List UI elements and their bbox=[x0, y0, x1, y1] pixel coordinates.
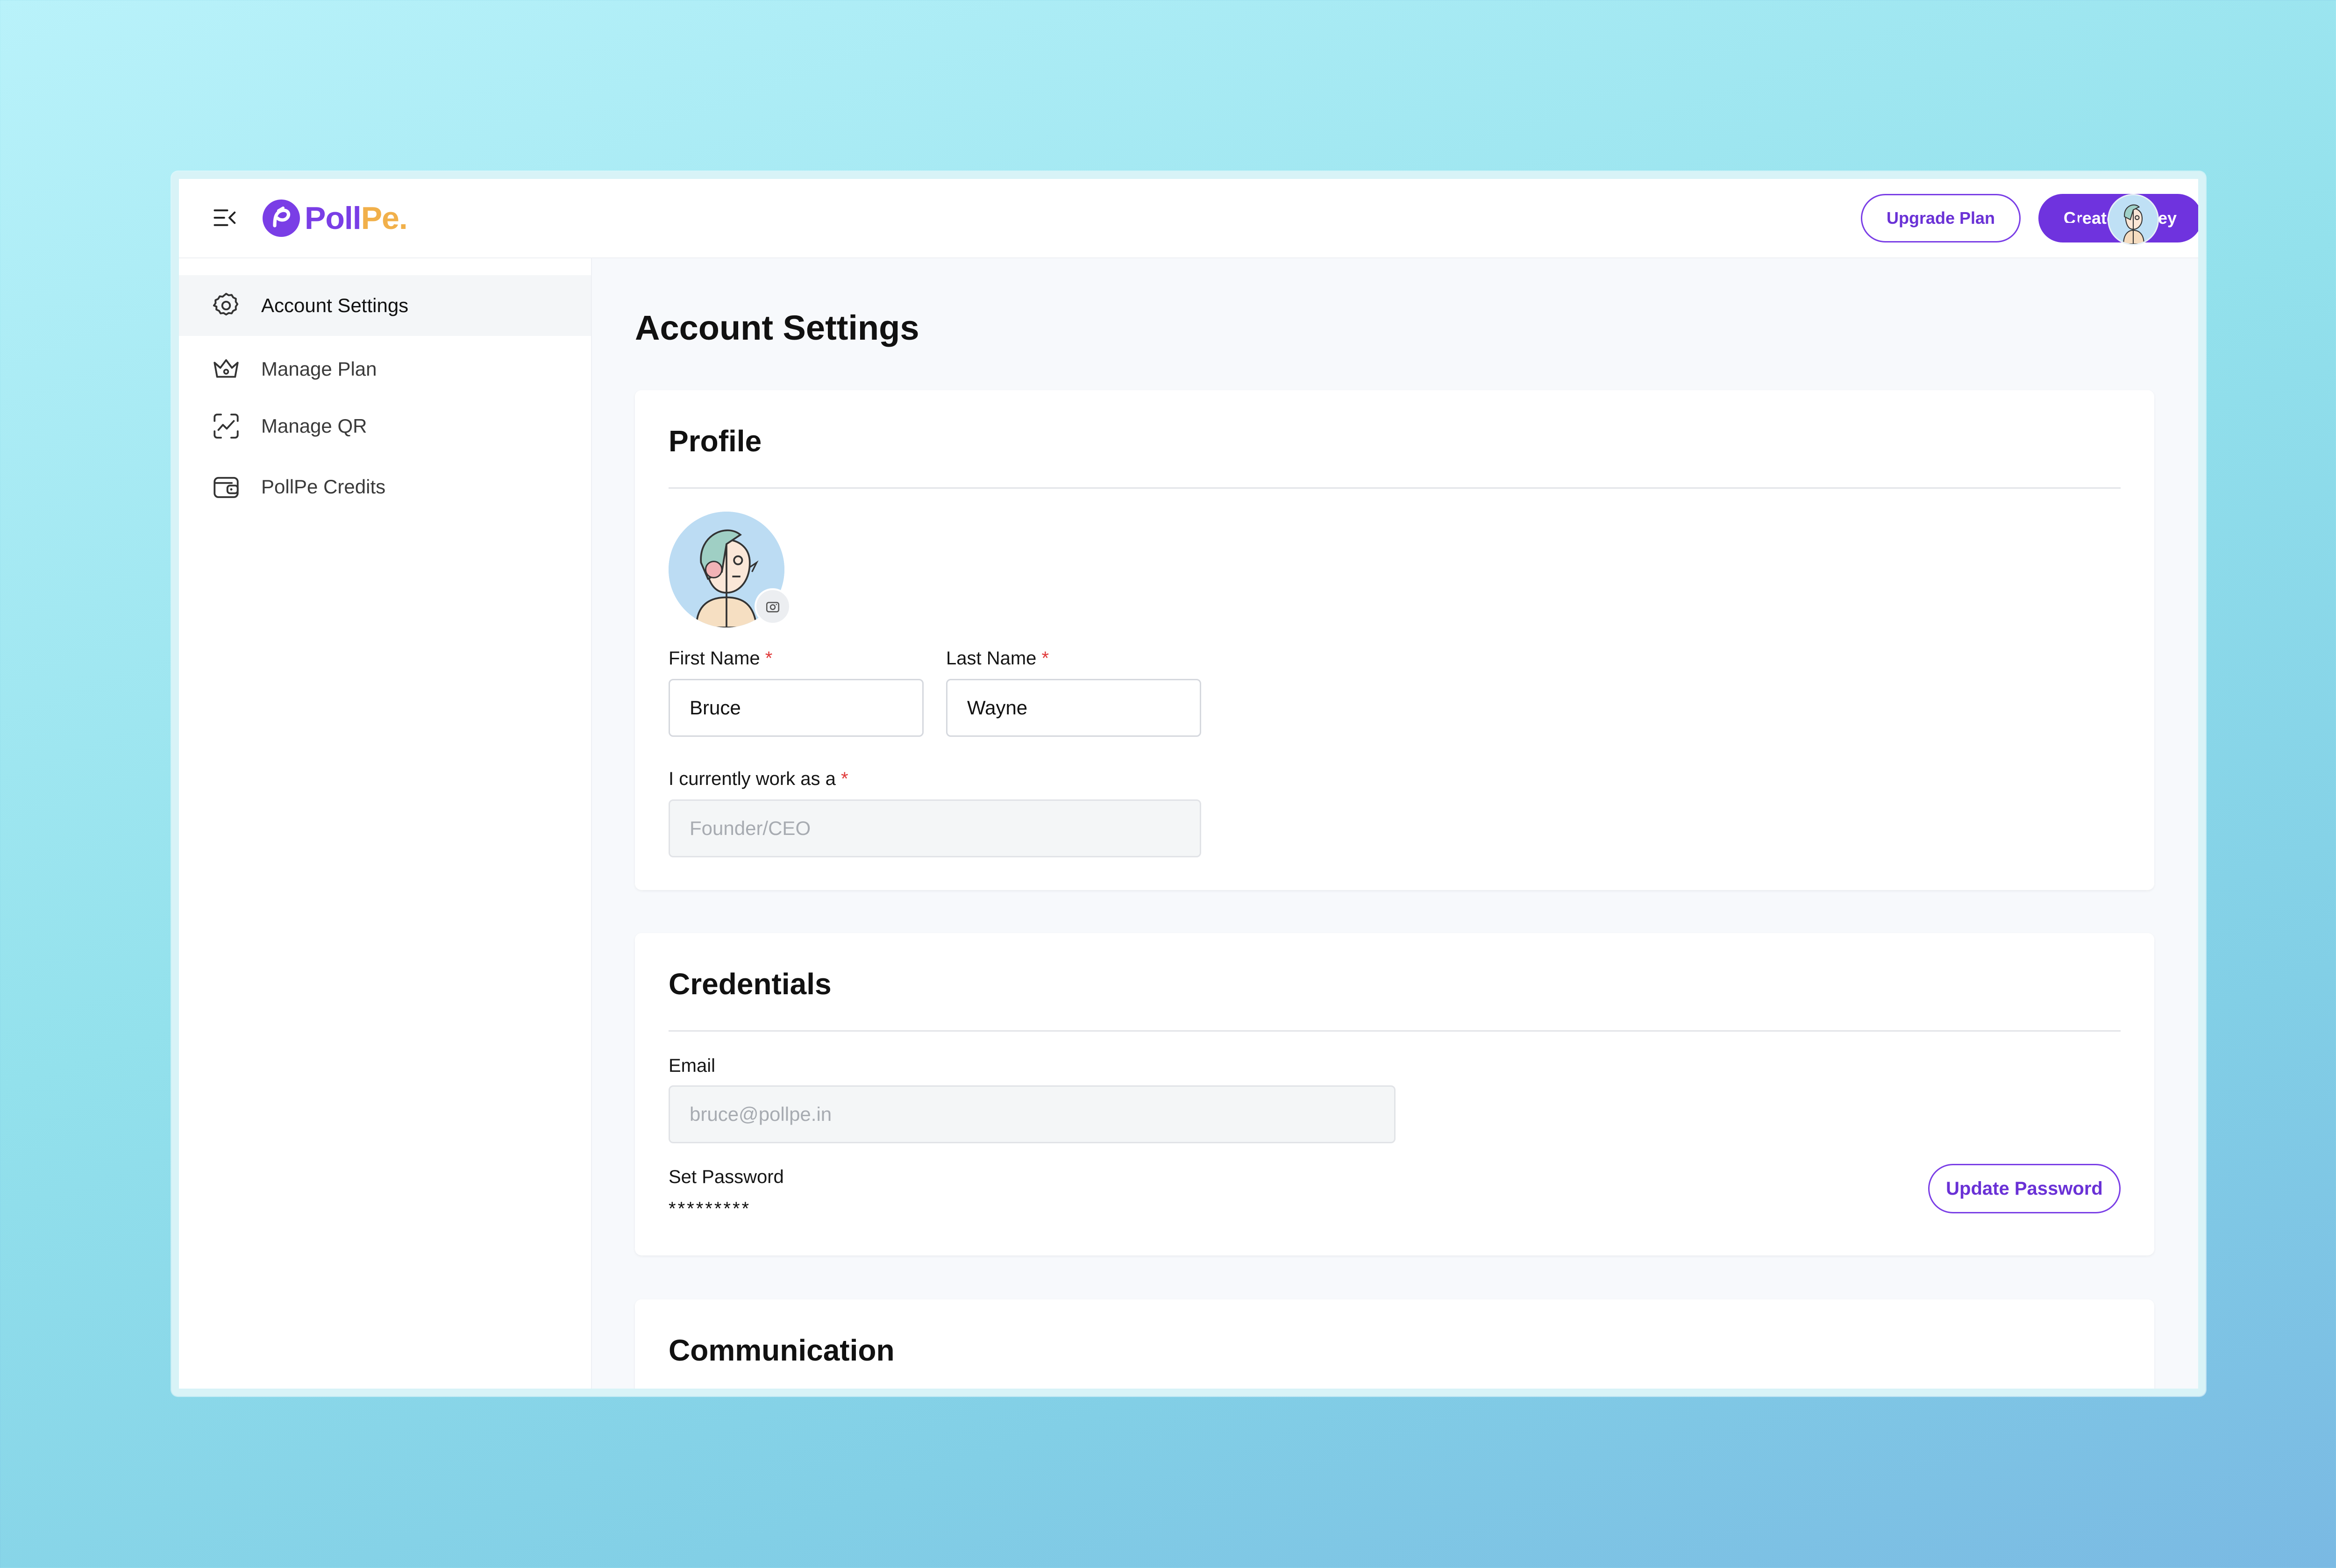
first-name-label: First Name * bbox=[669, 648, 772, 669]
pollpe-logo[interactable]: PollPe. bbox=[263, 199, 408, 238]
gear-icon bbox=[213, 292, 239, 316]
logo-wordmark: PollPe. bbox=[305, 200, 408, 236]
app-frame: PollPe. Upgrade Plan Create Survey bbox=[179, 179, 2198, 1389]
sidebar-item-account-settings[interactable]: Account Settings bbox=[179, 275, 591, 336]
first-name-field[interactable]: Bruce bbox=[669, 679, 924, 737]
upgrade-plan-button[interactable]: Upgrade Plan bbox=[1861, 194, 2021, 242]
sidebar-item-label: PollPe Credits bbox=[261, 476, 386, 498]
camera-icon bbox=[766, 602, 780, 613]
profile-title: Profile bbox=[669, 424, 762, 458]
work-as-label-text: I currently work as a bbox=[669, 769, 836, 789]
work-as-label: I currently work as a * bbox=[669, 769, 848, 790]
password-mask: ********* bbox=[669, 1198, 751, 1219]
required-marker: * bbox=[1041, 648, 1049, 669]
work-as-field[interactable]: Founder/CEO bbox=[669, 799, 1201, 857]
crown-icon bbox=[214, 359, 239, 378]
communication-title: Communication bbox=[669, 1333, 895, 1367]
profile-card: Profile First Name * Bruce Last Name * W… bbox=[635, 390, 2154, 890]
set-password-label: Set Password bbox=[669, 1167, 784, 1187]
last-name-label: Last Name * bbox=[946, 648, 1049, 669]
sidebar-item-label: Manage Plan bbox=[261, 358, 377, 380]
update-password-button[interactable]: Update Password bbox=[1928, 1164, 2121, 1213]
first-name-label-text: First Name bbox=[669, 648, 760, 669]
app-window: PollPe. Upgrade Plan Create Survey bbox=[171, 171, 2206, 1396]
top-bar: PollPe. Upgrade Plan Create Survey bbox=[179, 179, 2198, 258]
logo-poll-text: Poll bbox=[305, 200, 362, 236]
wallet-icon bbox=[214, 477, 239, 498]
credentials-divider bbox=[669, 1030, 2121, 1032]
email-field[interactable]: bruce@pollpe.in bbox=[669, 1085, 1396, 1143]
sidebar-item-manage-qr[interactable]: Manage QR bbox=[179, 396, 591, 456]
page-title: Account Settings bbox=[635, 308, 919, 347]
menu-collapse-icon[interactable] bbox=[213, 205, 238, 230]
credentials-title: Credentials bbox=[669, 967, 832, 1001]
user-avatar[interactable] bbox=[2108, 194, 2159, 245]
sidebar-item-label: Manage QR bbox=[261, 415, 367, 437]
sidebar-item-label: Account Settings bbox=[261, 294, 409, 316]
avatar-illustration-icon bbox=[2109, 195, 2158, 244]
email-label: Email bbox=[669, 1055, 716, 1076]
pollpe-logo-icon bbox=[263, 200, 300, 237]
required-marker: * bbox=[765, 648, 773, 669]
last-name-field[interactable]: Wayne bbox=[946, 679, 1201, 737]
sidebar-item-pollpe-credits[interactable]: PollPe Credits bbox=[179, 456, 591, 517]
required-marker: * bbox=[841, 769, 848, 789]
sidebar: Account Settings Manage Plan Manage QR P… bbox=[179, 258, 592, 1389]
logo-pe-text: Pe. bbox=[361, 200, 408, 236]
sidebar-item-manage-plan[interactable]: Manage Plan bbox=[179, 339, 591, 399]
change-photo-button[interactable] bbox=[755, 588, 791, 625]
last-name-label-text: Last Name bbox=[946, 648, 1037, 669]
notification-bell-icon[interactable] bbox=[2053, 201, 2084, 232]
credentials-card: Credentials Email bruce@pollpe.in Set Pa… bbox=[635, 933, 2154, 1255]
communication-card: Communication bbox=[635, 1299, 2154, 1389]
qr-scan-icon bbox=[214, 413, 239, 439]
profile-divider bbox=[669, 487, 2121, 489]
